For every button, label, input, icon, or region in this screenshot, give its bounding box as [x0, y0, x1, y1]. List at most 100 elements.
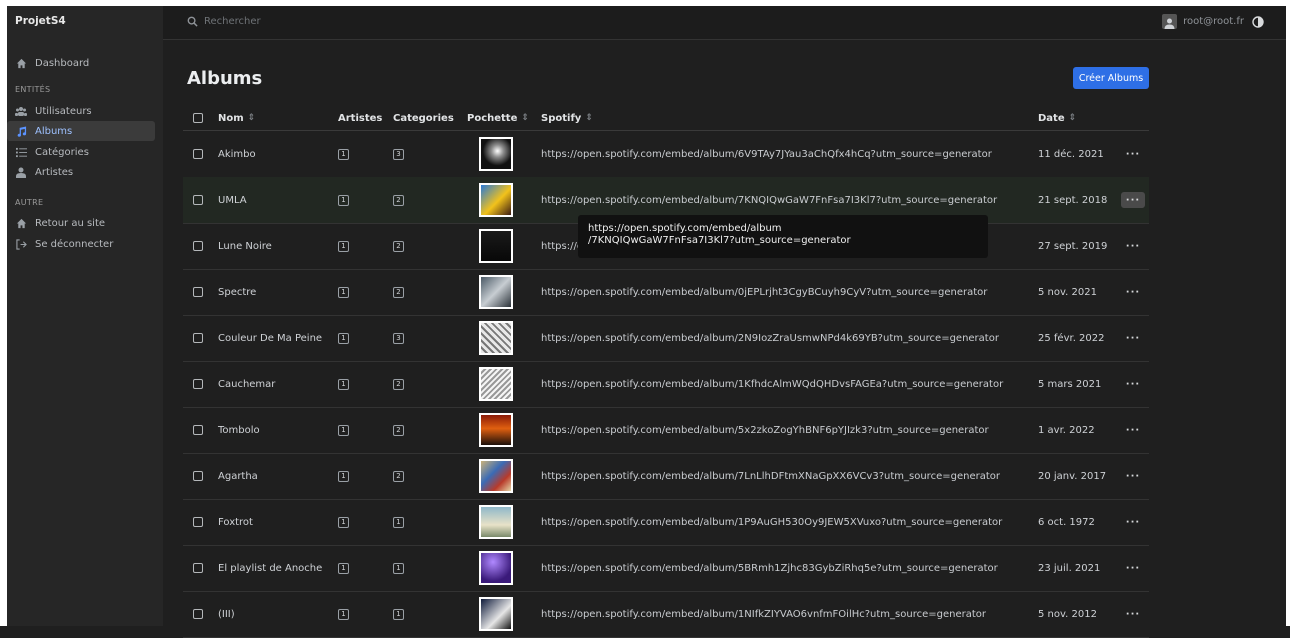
sidebar-item-categories[interactable]: Catégories [7, 142, 155, 162]
row-checkbox[interactable] [193, 223, 203, 269]
table-row[interactable]: Couleur De Ma Peine 1 3 https://open.spotif… [183, 315, 1149, 362]
app-frame: ProjetS4 Dashboard ENTITÉS Utilisateurs … [0, 0, 1290, 638]
spotify-url[interactable]: https://open.spotify.com/embed/album/7Ln… [541, 453, 1000, 499]
column-cover[interactable]: Pochette ⇕ [467, 106, 529, 130]
artists-count: 1 [338, 453, 349, 499]
row-checkbox[interactable] [193, 269, 203, 315]
user-menu[interactable]: root@root.fr [1162, 14, 1244, 29]
spotify-url[interactable]: https://open.spotify.com/embed/album/6V9… [541, 131, 992, 177]
sort-icon: ⇕ [1068, 113, 1077, 123]
spotify-url[interactable]: https://open.spotify.com/embed/album/2N9… [541, 315, 999, 361]
column-spotify[interactable]: Spotify ⇕ [541, 106, 593, 130]
search-input[interactable]: Rechercher [187, 16, 261, 27]
album-date: 21 sept. 2018 [1038, 194, 1108, 206]
select-all-checkbox[interactable] [193, 106, 203, 130]
categories-count: 2 [393, 453, 404, 499]
section-label-other: AUTRE [15, 198, 44, 207]
more-icon: ··· [1125, 378, 1141, 390]
badge: 2 [393, 470, 404, 482]
column-categories: Categories [393, 112, 454, 124]
table-row[interactable]: (III) 1 1 https://open.spotify.com/embed/al… [183, 591, 1149, 638]
sidebar-item-dashboard[interactable]: Dashboard [7, 53, 155, 73]
create-album-button[interactable]: Créer Albums [1073, 67, 1149, 89]
row-checkbox[interactable] [193, 591, 203, 637]
column-date[interactable]: Date ⇕ [1038, 106, 1076, 130]
spotify-url[interactable]: https://open.spotify.com/embed/album/5BR… [541, 545, 998, 591]
more-icon: ··· [1121, 192, 1145, 208]
row-actions-button[interactable]: ··· [1121, 131, 1145, 177]
home-icon [15, 57, 27, 69]
row-checkbox[interactable] [193, 315, 203, 361]
sidebar-item-logout[interactable]: Se déconnecter [7, 234, 155, 254]
home-icon [15, 217, 27, 229]
row-checkbox[interactable] [193, 545, 203, 591]
sidebar-item-users[interactable]: Utilisateurs [7, 101, 155, 121]
sidebar-item-albums[interactable]: Albums [7, 121, 155, 141]
more-icon: ··· [1125, 516, 1141, 528]
album-date: 5 nov. 2012 [1038, 608, 1097, 620]
window-edge [1286, 0, 1290, 626]
album-name: Cauchemar [218, 378, 276, 390]
album-cover [479, 315, 513, 361]
badge: 2 [393, 424, 404, 436]
theme-toggle-icon[interactable] [1252, 16, 1264, 28]
row-actions-button[interactable]: ··· [1121, 499, 1145, 545]
row-actions-button[interactable]: ··· [1121, 315, 1145, 361]
row-actions-button[interactable]: ··· [1121, 269, 1145, 315]
table-row[interactable]: El playlist de Anoche 1 1 https://open.spot… [183, 545, 1149, 592]
album-date: 5 nov. 2021 [1038, 286, 1097, 298]
row-checkbox[interactable] [193, 177, 203, 223]
table-row[interactable]: Agartha 1 2 https://open.spotify.com/embed/… [183, 453, 1149, 500]
spotify-url[interactable]: https://open.spotify.com/embed/album/5x2… [541, 407, 989, 453]
column-name[interactable]: Nom ⇕ [218, 106, 255, 130]
row-checkbox[interactable] [193, 499, 203, 545]
row-actions-button[interactable]: ··· [1121, 177, 1145, 223]
search-placeholder: Rechercher [204, 16, 261, 27]
search-icon [187, 16, 198, 27]
url-tooltip: https://open.spotify.com/embed/album /7K… [578, 215, 988, 258]
categories-count: 2 [393, 361, 404, 407]
album-date: 1 avr. 2022 [1038, 424, 1095, 436]
row-actions-button[interactable]: ··· [1121, 407, 1145, 453]
table-row[interactable]: Cauchemar 1 2 https://open.spotify.com/embe… [183, 361, 1149, 408]
row-checkbox[interactable] [193, 131, 203, 177]
table-row[interactable]: Foxtrot 1 1 https://open.spotify.com/embed/… [183, 499, 1149, 546]
row-actions-button[interactable]: ··· [1121, 361, 1145, 407]
badge: 1 [338, 470, 349, 482]
badge: 1 [338, 240, 349, 252]
album-name: Tombolo [218, 424, 260, 436]
categories-count: 2 [393, 407, 404, 453]
table-row[interactable]: Spectre 1 2 https://open.spotify.com/embed/… [183, 269, 1149, 316]
row-actions-button[interactable]: ··· [1121, 223, 1145, 269]
sidebar-item-label: Retour au site [35, 217, 106, 229]
badge: 1 [338, 608, 349, 620]
sidebar: ProjetS4 Dashboard ENTITÉS Utilisateurs … [7, 6, 163, 626]
spotify-url[interactable]: https://open.spotify.com/embed/album/1NI… [541, 591, 986, 637]
album-cover [479, 499, 513, 545]
row-actions-button[interactable]: ··· [1121, 591, 1145, 637]
sidebar-item-label: Dashboard [35, 57, 90, 69]
app-brand[interactable]: ProjetS4 [15, 15, 66, 27]
album-cover [479, 591, 513, 637]
row-checkbox[interactable] [193, 453, 203, 499]
spotify-url[interactable]: https://open.spotify.com/embed/album/1P9… [541, 499, 1002, 545]
row-actions-button[interactable]: ··· [1121, 545, 1145, 591]
artists-count: 1 [338, 591, 349, 637]
row-checkbox[interactable] [193, 361, 203, 407]
spotify-url[interactable]: https://open.spotify.com/embed/album/1Kf… [541, 361, 1003, 407]
spotify-url[interactable]: https://open.spotify.com/embed/album/0jE… [541, 269, 987, 315]
sidebar-item-artists[interactable]: Artistes [7, 162, 155, 182]
badge: 1 [338, 148, 349, 160]
table-row[interactable]: Akimbo 1 3 https://open.spotify.com/embed/a… [183, 131, 1149, 178]
album-name: Spectre [218, 286, 257, 298]
badge: 3 [393, 148, 404, 160]
row-actions-button[interactable]: ··· [1121, 453, 1145, 499]
album-date: 20 janv. 2017 [1038, 470, 1107, 482]
sidebar-item-back-to-site[interactable]: Retour au site [7, 213, 155, 233]
row-checkbox[interactable] [193, 407, 203, 453]
categories-count: 2 [393, 223, 404, 269]
categories-count: 1 [393, 545, 404, 591]
album-cover [479, 545, 513, 591]
window-edge [0, 0, 7, 626]
table-row[interactable]: Tombolo 1 2 https://open.spotify.com/embed/… [183, 407, 1149, 454]
